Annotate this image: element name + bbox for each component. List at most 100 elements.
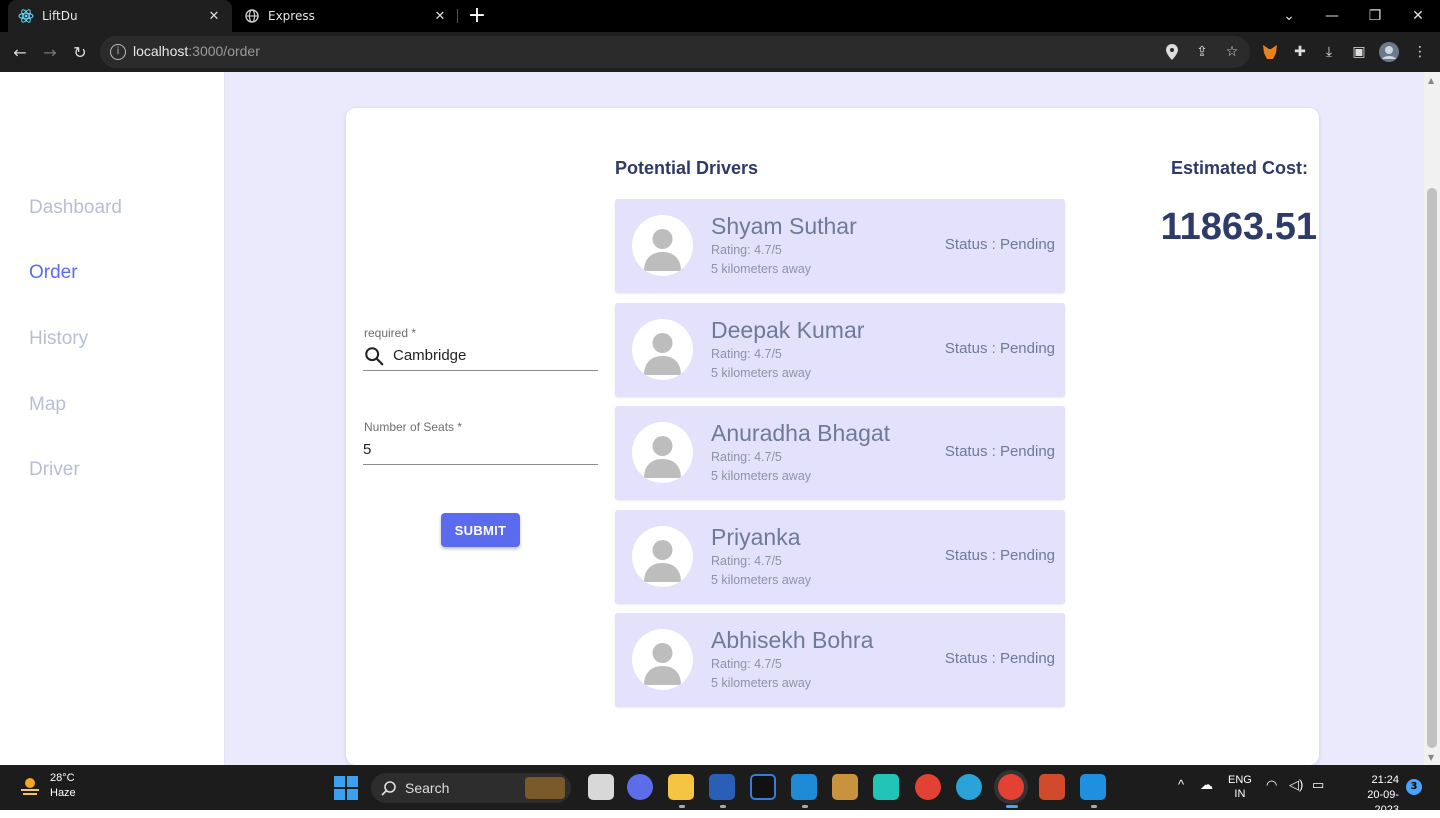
running-indicator xyxy=(1091,805,1097,808)
scroll-thumb[interactable] xyxy=(1427,188,1437,748)
seats-input[interactable] xyxy=(363,441,553,458)
seats-field[interactable] xyxy=(363,435,598,465)
estimated-cost-heading: Estimated Cost: xyxy=(1170,158,1308,178)
share-icon[interactable]: ⇪ xyxy=(1192,42,1212,62)
driver-card[interactable]: Abhisekh Bohra Rating: 4.7/5 5 kilometer… xyxy=(615,613,1065,707)
new-tab-icon[interactable]: + xyxy=(466,3,488,28)
driver-name: Abhisekh Bohra xyxy=(711,627,874,653)
submit-button[interactable]: SUBMIT xyxy=(441,513,520,547)
destination-field[interactable] xyxy=(363,341,598,371)
destination-input[interactable] xyxy=(393,347,583,364)
photo-editor-icon[interactable] xyxy=(1080,774,1106,800)
running-indicator xyxy=(720,805,726,808)
address-bar[interactable] xyxy=(100,36,1250,68)
driver-card[interactable]: Anuradha Bhagat Rating: 4.7/5 5 kilomete… xyxy=(615,406,1065,500)
tab-title: LiftDu xyxy=(42,9,78,23)
driver-rating: Rating: 4.7/5 xyxy=(711,243,782,257)
driver-name: Deepak Kumar xyxy=(711,316,865,343)
driver-distance: 5 kilometers away xyxy=(711,262,812,276)
sidebar-item-dashboard[interactable]: Dashboard xyxy=(29,197,122,219)
chevron-up-icon[interactable]: ^ xyxy=(1178,777,1184,792)
side-panel-icon[interactable]: ▣ xyxy=(1349,42,1369,62)
download-icon[interactable]: ⤓ xyxy=(1319,42,1339,62)
seats-label: Number of Seats * xyxy=(364,420,463,434)
weather-condition: Haze xyxy=(50,787,76,799)
running-indicator xyxy=(1006,805,1018,808)
star-icon[interactable]: ☆ xyxy=(1222,42,1242,62)
driver-distance: 5 kilometers away xyxy=(711,572,812,587)
url-text[interactable]: localhost:3000/order xyxy=(133,43,260,59)
url-host: localhost xyxy=(133,43,189,59)
tab-search-icon[interactable]: ⌄ xyxy=(1266,0,1312,32)
weather-widget[interactable]: 28°C Haze xyxy=(18,771,76,801)
menu-kebab-icon[interactable]: ⋮ xyxy=(1410,42,1430,62)
battery-icon[interactable]: ▭ xyxy=(1312,777,1324,793)
page-content: Dashboard Order History Map Driver requi… xyxy=(0,72,1440,765)
restore-icon[interactable]: ❐ xyxy=(1352,0,1398,32)
driver-rating: Rating: 4.7/5 xyxy=(711,346,782,361)
folder-icon[interactable] xyxy=(668,774,694,800)
sidebar-item-history[interactable]: History xyxy=(29,328,88,350)
language-indicator[interactable]: ENG IN xyxy=(1228,773,1252,801)
avatar-placeholder-icon xyxy=(632,318,693,380)
onedrive-icon[interactable]: ☁ xyxy=(1200,777,1213,793)
sidebar-item-map[interactable]: Map xyxy=(29,394,66,416)
back-arrow-icon[interactable]: ← xyxy=(8,40,32,64)
file-explorer-window-icon[interactable] xyxy=(588,774,614,800)
search-icon xyxy=(381,781,396,796)
sidebar-item-driver[interactable]: Driver xyxy=(29,459,80,481)
driver-name: Priyanka xyxy=(711,523,801,550)
driver-card[interactable]: Priyanka Rating: 4.7/5 5 kilometers away… xyxy=(615,509,1065,604)
running-indicator xyxy=(802,805,808,808)
sidebar-item-order[interactable]: Order xyxy=(29,262,78,284)
driver-name: Shyam Suthar xyxy=(711,213,857,239)
minimize-icon[interactable]: — xyxy=(1309,0,1355,32)
cube-app-icon[interactable] xyxy=(873,774,899,800)
drivers-heading: Potential Drivers xyxy=(615,158,759,178)
wifi-icon[interactable]: ◠ xyxy=(1266,777,1277,793)
forward-arrow-icon[interactable]: → xyxy=(38,40,62,64)
close-icon[interactable]: ✕ xyxy=(206,9,222,24)
vscode-icon[interactable] xyxy=(791,774,817,800)
reload-icon[interactable]: ↻ xyxy=(68,40,92,64)
window-close-icon[interactable]: ✕ xyxy=(1395,0,1440,32)
powerpoint-icon[interactable] xyxy=(1039,774,1065,800)
avatar-placeholder-icon xyxy=(632,215,693,276)
tab-liftdu[interactable]: LiftDu ✕ xyxy=(8,0,232,32)
profile-avatar[interactable] xyxy=(1379,42,1399,62)
intellij-icon[interactable] xyxy=(750,774,776,800)
close-icon[interactable]: ✕ xyxy=(432,9,448,24)
chrome-active-icon[interactable] xyxy=(998,774,1024,800)
chrome-icon[interactable] xyxy=(915,774,941,800)
package-icon[interactable] xyxy=(832,774,858,800)
location-pin-icon[interactable] xyxy=(1162,42,1182,62)
language-code: ENG xyxy=(1228,774,1252,786)
driver-rating: Rating: 4.7/5 xyxy=(711,553,782,568)
driver-list: Shyam Suthar Rating: 4.7/5 5 kilometers … xyxy=(615,199,1065,717)
extensions-icon[interactable]: ✚ xyxy=(1290,42,1310,62)
sidebar: Dashboard Order History Map Driver xyxy=(0,72,225,765)
edge-icon[interactable] xyxy=(956,774,982,800)
scroll-down-icon[interactable]: ▼ xyxy=(1428,753,1434,762)
windows-start-icon[interactable] xyxy=(334,776,358,800)
volume-icon[interactable]: ◁) xyxy=(1289,777,1303,793)
clock-time: 21:24 xyxy=(1371,774,1399,786)
scroll-up-icon[interactable]: ▲ xyxy=(1428,76,1434,85)
taskbar-search[interactable]: Search xyxy=(371,773,571,803)
search-icon xyxy=(365,346,384,365)
clock[interactable]: 21:24 20-09-2023 xyxy=(1343,773,1399,818)
avatar-placeholder-icon xyxy=(632,629,693,690)
react-icon xyxy=(18,8,34,24)
powershell-icon[interactable] xyxy=(709,774,735,800)
driver-card[interactable]: Shyam Suthar Rating: 4.7/5 5 kilometers … xyxy=(615,199,1065,293)
notification-badge[interactable]: 3 xyxy=(1406,779,1422,795)
driver-rating: Rating: 4.7/5 xyxy=(711,450,782,464)
site-info-icon[interactable]: i xyxy=(110,44,126,60)
driver-card[interactable]: Deepak Kumar Rating: 4.7/5 5 kilometers … xyxy=(615,302,1065,397)
teams-chat-icon[interactable] xyxy=(627,774,653,800)
order-card: required * Number of Seats * SUBMIT Pote… xyxy=(346,108,1319,765)
tab-express[interactable]: Express ✕ xyxy=(236,0,456,32)
driver-rating: Rating: 4.7/5 xyxy=(711,657,782,671)
page-scrollbar[interactable]: ▲ ▼ xyxy=(1424,72,1440,765)
metamask-icon[interactable] xyxy=(1260,42,1280,62)
